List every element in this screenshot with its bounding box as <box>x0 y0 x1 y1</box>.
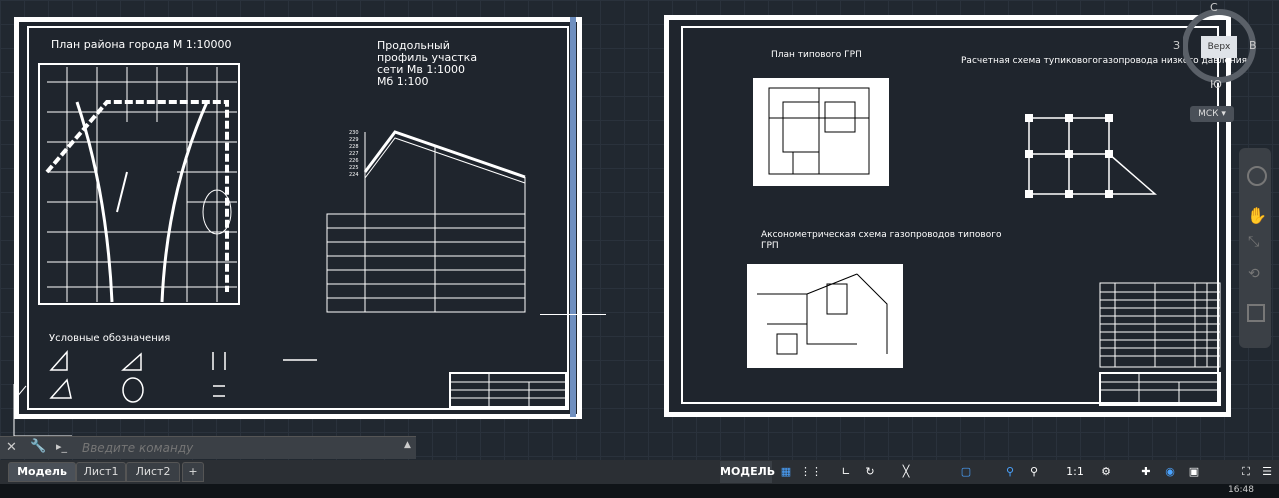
layout-sheet-left[interactable]: План района города М 1:10000 Продольный … <box>14 17 582 419</box>
command-input[interactable] <box>80 439 404 457</box>
workspace-gear-icon[interactable]: ⚙ <box>1096 461 1116 483</box>
isodraft-icon[interactable]: ╳ <box>896 461 916 483</box>
spec-table <box>1099 282 1221 368</box>
isolate-objects-icon[interactable]: ◉ <box>1160 461 1180 483</box>
grid-icon[interactable]: ▦ <box>776 461 796 483</box>
snap-icon[interactable]: ⋮⋮ <box>800 461 822 483</box>
compass-west[interactable]: З <box>1173 39 1180 52</box>
steering-wheel-icon[interactable] <box>1247 166 1267 186</box>
layout-sheet-right[interactable]: План типового ГРП Расчетная схема тупико… <box>664 15 1247 417</box>
layout-tabs-bar: Модель Лист1 Лист2 + МОДЕЛЬ ▦ ⋮⋮ ∟ ↻ ╳ ▢… <box>0 460 1279 484</box>
tab-sheet1[interactable]: Лист1 <box>76 462 126 482</box>
profile-title: Продольный профиль участка сети Мв 1:100… <box>377 39 478 88</box>
chevron-down-icon: ▾ <box>1221 109 1226 119</box>
sheet-left-selection-edge <box>570 17 576 417</box>
customize-wrench-icon[interactable]: 🔧 <box>30 439 46 454</box>
profile-axis-labels: 230 229 228 227 226 225 224 <box>349 130 359 178</box>
os-taskbar: 16:48 <box>0 484 1279 498</box>
viewcube[interactable]: Верх С З В Ю <box>1173 0 1279 100</box>
orbit-icon[interactable]: ⟲ <box>1248 266 1260 282</box>
add-layout-button[interactable]: + <box>182 462 204 482</box>
compass-east[interactable]: В <box>1249 39 1257 52</box>
ucs-icon <box>13 384 72 437</box>
ortho-icon[interactable]: ∟ <box>836 461 856 483</box>
axon-scheme-title: Аксонометрическая схема газопроводов тип… <box>761 230 1002 251</box>
title-block-right <box>1099 372 1221 406</box>
plus-icon[interactable]: ✚ <box>1136 461 1156 483</box>
axon-scheme-drawing <box>747 264 903 368</box>
zoom-icon[interactable]: ⤡ <box>1248 234 1259 250</box>
legend-title: Условные обозначения <box>49 333 171 344</box>
close-icon[interactable]: ✕ <box>6 440 17 455</box>
command-history-chevron-icon[interactable]: ▲ <box>404 440 411 450</box>
calc-scheme-drawing <box>1025 114 1158 198</box>
command-prompt-icon[interactable]: ▸_ <box>56 440 67 453</box>
drawing-canvas[interactable]: План района города М 1:10000 Продольный … <box>0 0 1279 462</box>
showmotion-icon[interactable] <box>1247 304 1265 322</box>
ucs-menu[interactable]: МСК ▾ <box>1190 106 1234 122</box>
tab-sheet2[interactable]: Лист2 <box>126 462 180 482</box>
model-space-button[interactable]: МОДЕЛЬ <box>720 461 775 483</box>
compass-south[interactable]: Ю <box>1210 78 1222 91</box>
osnap-icon[interactable]: ▢ <box>956 461 976 483</box>
viewcube-face-top[interactable]: Верх <box>1201 36 1237 58</box>
grp-plan-drawing <box>753 78 889 186</box>
cursor-crosshair <box>540 314 606 315</box>
annotation-scale[interactable]: 1:1 <box>1062 461 1088 483</box>
annotation-visibility-icon[interactable]: ⚲ <box>1000 461 1020 483</box>
city-plan-drawing <box>38 63 240 305</box>
compass-north[interactable]: С <box>1210 1 1218 14</box>
customization-menu-icon[interactable]: ☰ <box>1258 461 1276 483</box>
polar-tracking-icon[interactable]: ↻ <box>860 461 880 483</box>
grp-plan-title: План типового ГРП <box>771 50 862 60</box>
city-plan-title: План района города М 1:10000 <box>51 38 232 51</box>
clean-screen-icon[interactable]: ⛶ <box>1236 461 1256 483</box>
navigation-bar[interactable]: ✋ ⤡ ⟲ <box>1239 148 1271 348</box>
pan-icon[interactable]: ✋ <box>1247 206 1267 225</box>
hardware-acceleration-icon[interactable]: ▣ <box>1184 461 1204 483</box>
legend-symbols <box>49 350 317 403</box>
taskbar-clock: 16:48 <box>1228 485 1254 495</box>
tab-model[interactable]: Модель <box>8 462 76 482</box>
annotation-autoscale-icon[interactable]: ⚲ <box>1024 461 1044 483</box>
title-block-left <box>449 372 567 408</box>
command-line[interactable]: ✕ 🔧 ▸_ ▲ <box>0 436 416 459</box>
